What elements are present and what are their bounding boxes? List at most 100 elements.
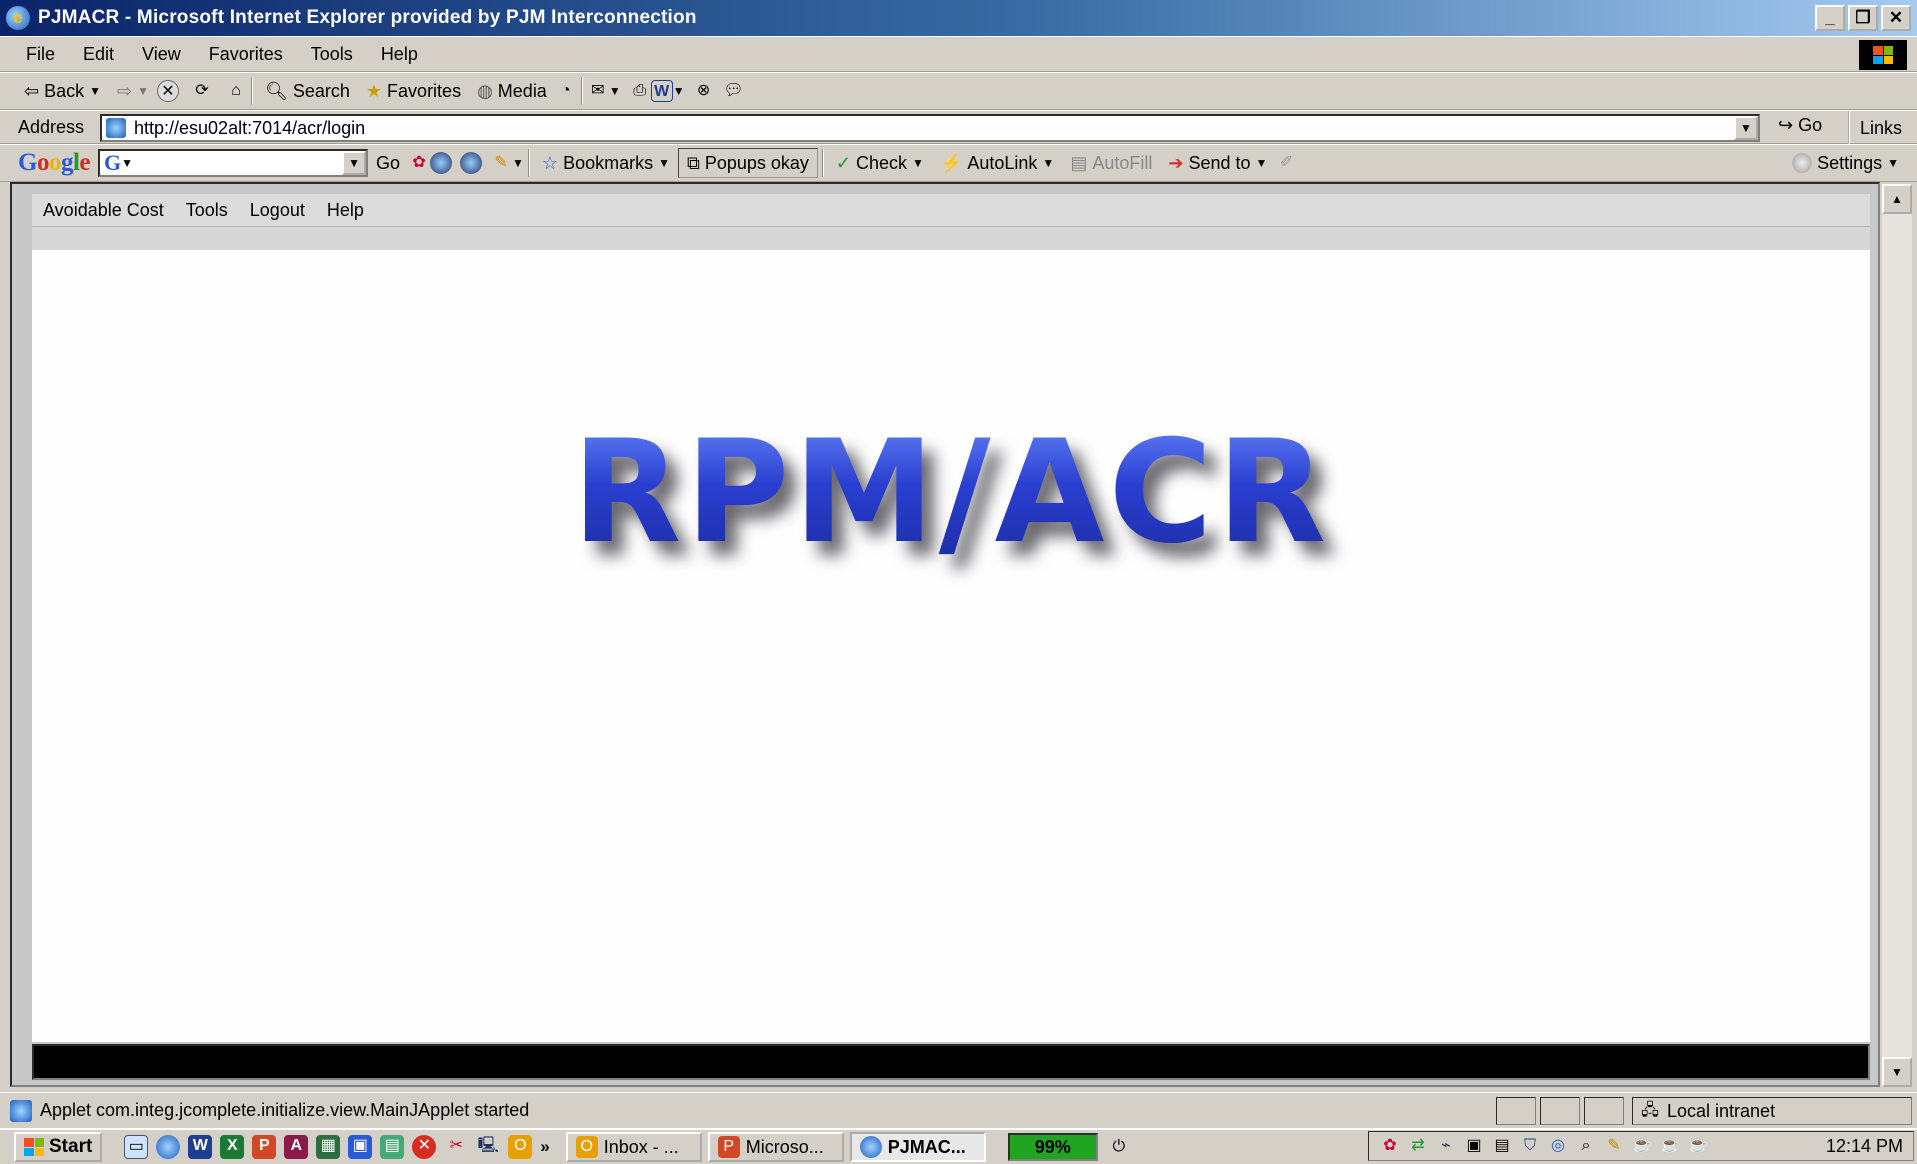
google-search-input[interactable]: G ▼ ▼ <box>98 149 369 177</box>
refresh-icon[interactable]: ⟳ <box>191 80 213 102</box>
media-button[interactable]: ◍ Media <box>469 81 555 102</box>
discuss-icon[interactable]: ⊗ <box>693 80 715 102</box>
media-label: Media <box>497 80 547 101</box>
project-icon[interactable]: ▦ <box>316 1135 341 1159</box>
spell-check-button[interactable]: ✓ Check ▼ <box>828 153 932 174</box>
tray-network-icon[interactable]: ✿ <box>1379 1135 1401 1157</box>
desktop-icon[interactable]: ▭ <box>124 1135 149 1159</box>
send-to-button[interactable]: ➔ Send to ▼ <box>1160 153 1275 174</box>
task-microsoft[interactable]: P Microso... <box>707 1132 844 1162</box>
tray-disconnect-icon[interactable]: ⌁ <box>1435 1135 1457 1157</box>
pagerank-icon[interactable]: ✿ <box>408 152 430 174</box>
menu-favorites[interactable]: Favorites <box>195 44 297 65</box>
address-input[interactable]: http://esu02alt:7014/acr/login ▼ <box>100 114 1760 142</box>
scroll-down-icon[interactable]: ▼ <box>1882 1057 1912 1087</box>
applet-menu-tools[interactable]: Tools <box>175 200 239 221</box>
ie-quicklaunch-icon[interactable] <box>156 1135 181 1159</box>
outlook-task-icon: O <box>575 1136 598 1158</box>
page-viewport: Avoidable Cost Tools Logout Help RPM/ACR <box>10 182 1880 1087</box>
tray-display-icon[interactable]: ▤ <box>1491 1135 1513 1157</box>
google-go-button[interactable]: Go <box>368 153 408 174</box>
autolink-wand-icon: ⚡ <box>939 152 963 173</box>
battery-meter[interactable]: 99% <box>1007 1133 1098 1161</box>
go-arrow-icon: ↪ <box>1778 115 1794 135</box>
bookmarks-button[interactable]: ☆ Bookmarks ▼ <box>534 153 678 174</box>
forward-dropdown-icon[interactable]: ▼ <box>137 84 149 98</box>
favorites-button[interactable]: ★ Favorites <box>358 81 469 102</box>
close-red-icon[interactable]: ✕ <box>412 1135 437 1159</box>
history-icon[interactable]: ◔ <box>555 80 577 102</box>
task-inbox[interactable]: O Inbox - ... <box>565 1132 702 1162</box>
home-icon[interactable]: ⌂ <box>225 80 247 102</box>
menu-edit[interactable]: Edit <box>69 44 128 65</box>
tray-clip-icon[interactable]: ⌕ <box>1575 1135 1597 1157</box>
tray-java-icon[interactable]: ☕ <box>1631 1135 1653 1157</box>
word-icon[interactable]: W <box>188 1135 213 1159</box>
links-button[interactable]: Links <box>1848 111 1902 145</box>
computer-icon[interactable]: 🖳 <box>476 1135 500 1159</box>
back-button[interactable]: ⇦ Back ▼ <box>16 81 109 102</box>
google-news-icon[interactable] <box>460 152 483 174</box>
stop-icon[interactable]: ✕ <box>157 80 179 102</box>
pencil-icon[interactable]: ✐ <box>1275 152 1297 174</box>
power-plug-icon[interactable]: ⏻ <box>1108 1136 1130 1158</box>
tray-shield-icon[interactable]: ⛉ <box>1519 1135 1541 1157</box>
word-edit-icon[interactable]: W <box>650 80 673 102</box>
window-title: PJMACR - Microsoft Internet Explorer pro… <box>38 7 697 28</box>
popup-blocker-button[interactable]: ⧉ Popups okay <box>677 148 818 178</box>
scroll-up-icon[interactable]: ▲ <box>1882 184 1912 214</box>
back-dropdown-icon[interactable]: ▼ <box>89 84 101 98</box>
outlook-icon[interactable]: O <box>508 1135 533 1159</box>
address-url[interactable]: http://esu02alt:7014/acr/login <box>134 118 365 139</box>
window-title-bar[interactable]: e PJMACR - Microsoft Internet Explorer p… <box>0 0 1917 36</box>
visio-icon[interactable]: ▣ <box>348 1135 373 1159</box>
tray-sync-icon[interactable]: ⇄ <box>1407 1135 1429 1157</box>
google-g-icon[interactable]: G <box>104 150 121 176</box>
print-icon[interactable]: ⎙ <box>629 80 651 102</box>
vertical-scrollbar[interactable]: ▲ ▼ <box>1882 184 1912 1087</box>
go-button[interactable]: ↪ Go <box>1778 115 1822 136</box>
applet-menu-help[interactable]: Help <box>316 200 375 221</box>
start-label: start <box>49 1136 93 1157</box>
taskbar-clock[interactable]: 12:14 PM <box>1826 1136 1903 1157</box>
settings-label: Settings <box>1817 152 1883 173</box>
applet-menu-logout[interactable]: Logout <box>239 200 316 221</box>
tray-java2-icon[interactable]: ☕ <box>1659 1135 1681 1157</box>
restore-button[interactable]: ❐ <box>1848 5 1878 31</box>
powerpoint-icon[interactable]: P <box>252 1135 277 1159</box>
google-search-dropdown-icon[interactable]: ▼ <box>342 151 367 175</box>
settings-icon <box>1792 153 1813 173</box>
snipping-icon[interactable]: ✂ <box>444 1135 468 1159</box>
excel-icon[interactable]: X <box>220 1135 245 1159</box>
google-site-icon[interactable] <box>430 152 453 174</box>
calculator-icon[interactable]: ▤ <box>380 1135 405 1159</box>
highlight-icon[interactable]: ✎ <box>490 152 512 174</box>
status-pane <box>1540 1097 1580 1125</box>
mail-icon[interactable]: ✉ <box>587 80 609 102</box>
tray-java3-icon[interactable]: ☕ <box>1687 1135 1709 1157</box>
google-logo[interactable]: Google <box>18 149 90 177</box>
minimize-button[interactable]: _ <box>1815 5 1845 31</box>
close-button[interactable]: ✕ <box>1881 5 1911 31</box>
send-to-icon: ➔ <box>1168 152 1184 173</box>
menu-file[interactable]: File <box>12 44 69 65</box>
tray-monitor-icon[interactable]: ▣ <box>1463 1135 1485 1157</box>
menu-tools[interactable]: Tools <box>297 44 367 65</box>
autofill-button[interactable]: ▤ AutoFill <box>1062 153 1160 174</box>
forward-button[interactable]: ⇨ ▼ <box>109 81 157 102</box>
access-icon[interactable]: A <box>284 1135 309 1159</box>
applet-menu-avoidable-cost[interactable]: Avoidable Cost <box>32 200 175 221</box>
more-quicklaunch-icon[interactable]: » <box>540 1137 549 1157</box>
security-zone[interactable]: 🖧 Local intranet <box>1632 1097 1912 1125</box>
tray-tools-icon[interactable]: ✎ <box>1603 1135 1625 1157</box>
settings-button[interactable]: Settings ▼ <box>1784 153 1907 174</box>
autolink-button[interactable]: ⚡ AutoLink ▼ <box>932 153 1062 174</box>
start-button[interactable]: start <box>14 1132 103 1162</box>
tray-search-icon[interactable]: ◎ <box>1547 1135 1569 1157</box>
menu-view[interactable]: View <box>128 44 195 65</box>
address-dropdown-icon[interactable]: ▼ <box>1734 116 1758 140</box>
menu-help[interactable]: Help <box>367 44 432 65</box>
task-pjmacr[interactable]: PJMAC... <box>849 1132 986 1162</box>
messenger-icon[interactable]: 💬︎ <box>723 80 745 102</box>
search-button[interactable]: 🔍︎ Search <box>257 81 358 102</box>
